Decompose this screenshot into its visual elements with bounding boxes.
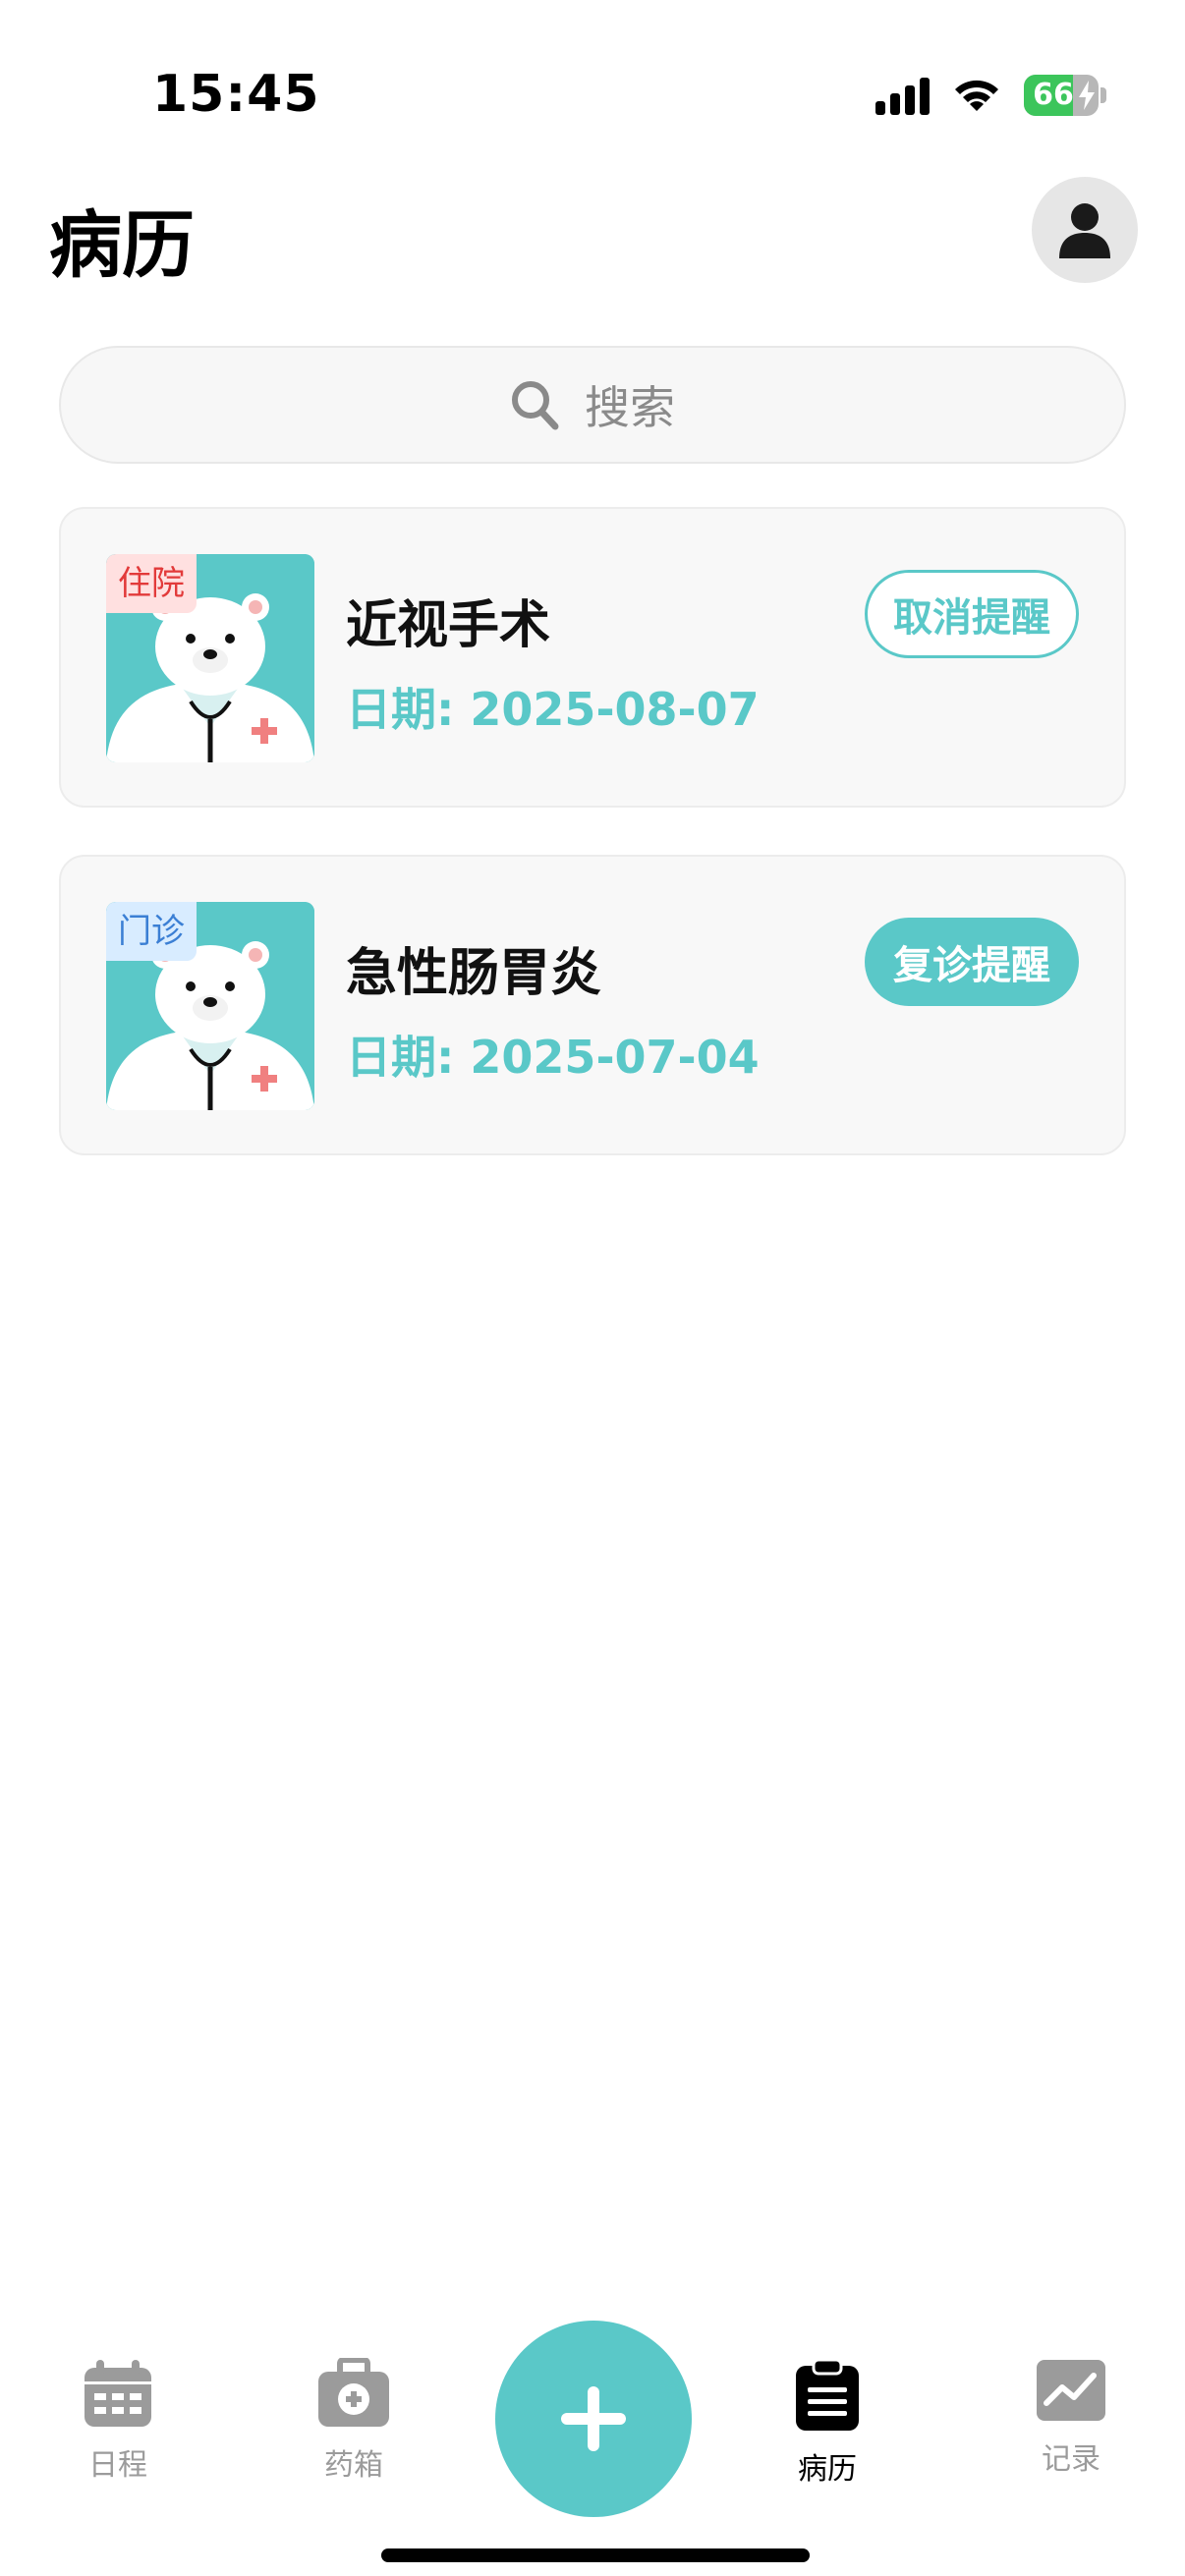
record-card[interactable]: 门诊 急性肠胃炎 日期: 2025-07-04 复诊提醒 <box>59 855 1126 1155</box>
cancel-reminder-button[interactable]: 取消提醒 <box>865 570 1079 658</box>
cellular-signal-icon <box>875 76 930 115</box>
battery-level: 66 <box>1033 78 1074 112</box>
doctor-bear-image: 门诊 <box>106 902 314 1110</box>
tab-medical-records[interactable]: 病历 <box>749 2358 906 2488</box>
clipboard-icon <box>796 2358 859 2431</box>
record-card[interactable]: 住院 近视手术 日期: 2025-08-07 取消提醒 <box>59 507 1126 808</box>
tab-label: 病历 <box>798 2452 857 2487</box>
person-icon <box>1059 203 1110 258</box>
calendar-icon <box>85 2360 151 2427</box>
add-record-button[interactable] <box>495 2321 692 2517</box>
search-icon <box>512 381 559 430</box>
record-date: 日期: 2025-08-07 <box>346 683 760 736</box>
home-indicator <box>381 2548 810 2562</box>
search-placeholder: 搜索 <box>585 381 675 434</box>
plus-icon <box>561 2386 626 2451</box>
tab-label: 记录 <box>1042 2442 1100 2477</box>
status-bar: 15:45 66 <box>0 0 1185 147</box>
medicine-box-icon <box>318 2358 389 2427</box>
wifi-icon <box>955 80 998 111</box>
record-title: 近视手术 <box>346 596 551 655</box>
record-date: 日期: 2025-07-04 <box>346 1031 760 1084</box>
chart-icon <box>1037 2360 1105 2421</box>
outpatient-tag: 门诊 <box>106 902 197 961</box>
search-input[interactable]: 搜索 <box>59 346 1126 464</box>
status-icons: 66 <box>875 71 1106 120</box>
battery-icon: 66 <box>1024 75 1106 116</box>
tab-log[interactable]: 记录 <box>992 2358 1150 2478</box>
tab-medicine-box[interactable]: 药箱 <box>275 2358 432 2484</box>
doctor-bear-image: 住院 <box>106 554 314 762</box>
tab-schedule[interactable]: 日程 <box>39 2358 197 2484</box>
record-title: 急性肠胃炎 <box>346 944 602 1003</box>
follow-up-reminder-button[interactable]: 复诊提醒 <box>865 918 1079 1006</box>
page-title: 病历 <box>49 203 195 288</box>
charging-bolt-icon <box>1079 81 1095 110</box>
tab-label: 药箱 <box>324 2448 383 2483</box>
status-time: 15:45 <box>152 65 320 124</box>
inpatient-tag: 住院 <box>106 554 197 613</box>
profile-avatar-button[interactable] <box>1032 177 1138 283</box>
tab-label: 日程 <box>88 2448 147 2483</box>
